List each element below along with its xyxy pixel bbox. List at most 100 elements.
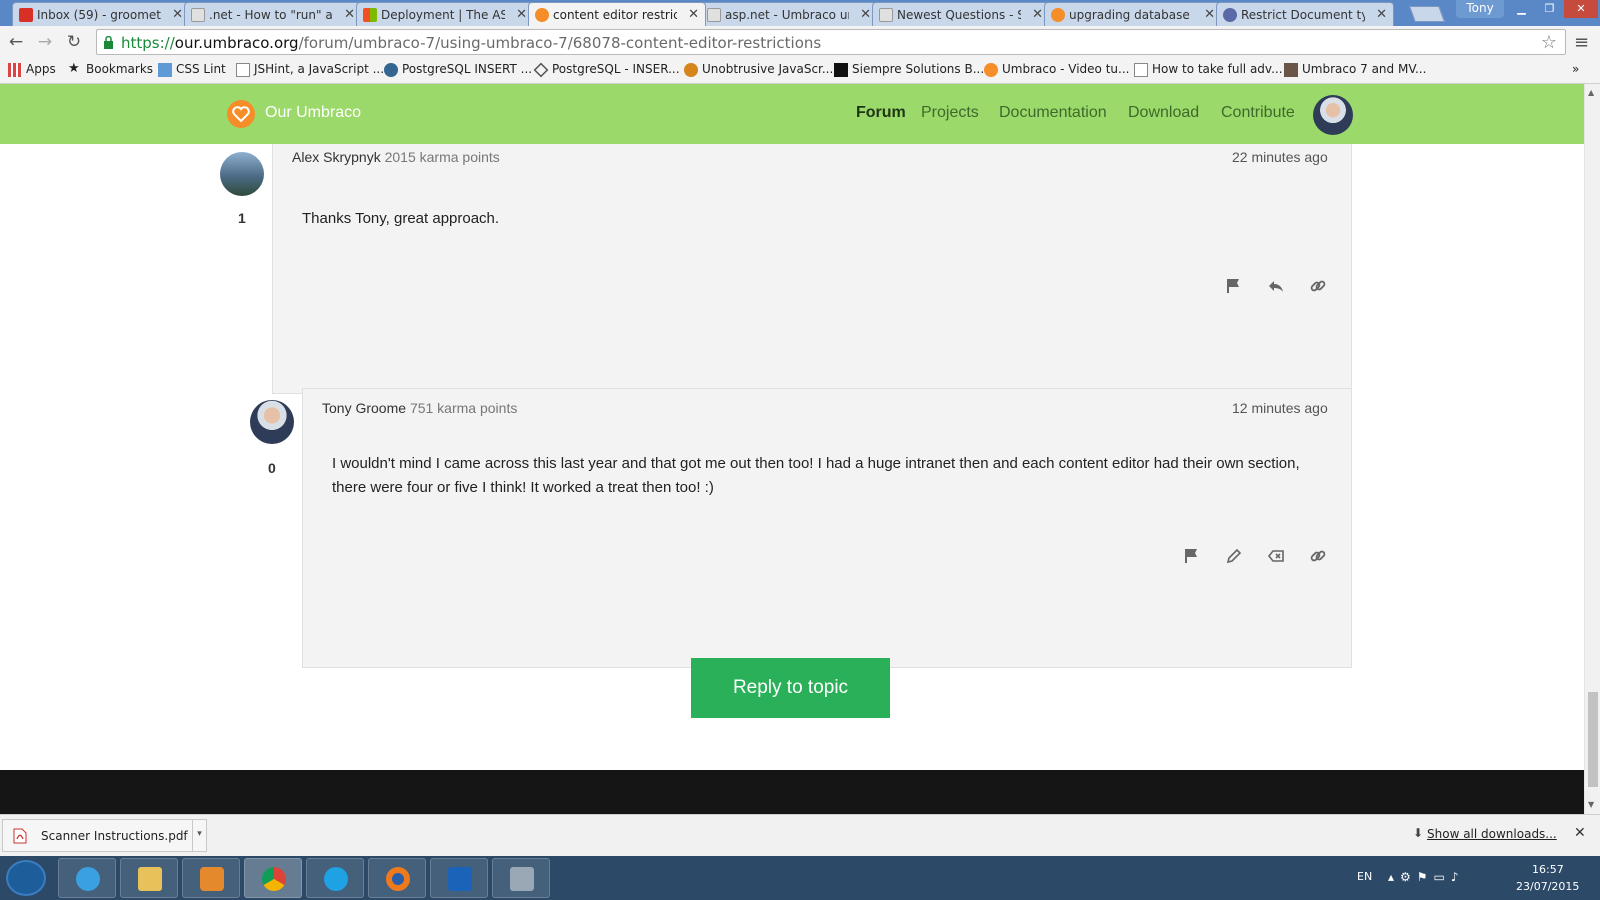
bookmark-label: Apps [26,62,56,76]
flag-icon[interactable] [1183,547,1203,567]
tab-content-editor-restrictions[interactable]: content editor restricti ✕ [528,2,706,26]
taskbar-virtual-machine[interactable] [492,858,550,898]
reply-icon[interactable] [1267,277,1287,297]
internet-explorer-icon [76,867,100,891]
bookmark-star-icon[interactable]: ☆ [1541,32,1557,53]
karma-points: 751 karma points [409,400,518,416]
edit-icon[interactable] [1225,547,1245,567]
link-icon[interactable] [1309,277,1329,297]
site-name[interactable]: Our Umbraco [265,104,361,122]
link-icon[interactable] [1309,547,1329,567]
close-icon[interactable]: ✕ [1204,7,1215,22]
close-icon[interactable]: ✕ [172,7,183,22]
bookmark-siempre-solutions[interactable]: Siempre Solutions B... [834,62,985,77]
language-indicator[interactable]: EN [1357,870,1372,883]
bookmark-jshint[interactable]: JSHint, a JavaScript ... [236,62,384,77]
new-tab-button[interactable] [1409,6,1445,22]
avatar[interactable] [1313,95,1353,135]
stackoverflow-icon [879,8,893,22]
delete-icon[interactable] [1267,547,1287,567]
taskbar-firefox[interactable] [368,858,426,898]
bookmark-label: Bookmarks [86,62,154,76]
flag-icon[interactable] [1225,277,1245,297]
close-icon[interactable]: ✕ [688,7,699,22]
nav-download[interactable]: Download [1128,104,1199,122]
avatar[interactable] [220,152,264,196]
nav-projects[interactable]: Projects [921,104,979,122]
siempre-icon [834,63,848,77]
post-author[interactable]: Alex Skrypnyk 2015 karma points [292,149,500,165]
bookmarks-overflow-icon[interactable]: » [1572,62,1579,76]
bookmark-apps[interactable]: Apps [8,62,56,77]
close-icon[interactable]: ✕ [1574,825,1586,841]
taskbar-chrome[interactable] [244,858,302,898]
close-icon[interactable]: ✕ [1376,7,1387,22]
reply-to-topic-button[interactable]: Reply to topic [691,658,890,718]
tab-umbraco-url[interactable]: asp.net - Umbraco url ✕ [700,2,878,26]
tab-deployment-asp[interactable]: Deployment | The ASP ✕ [356,2,534,26]
tab-gmail[interactable]: Inbox (59) - groometo ✕ [12,2,190,26]
nav-forum[interactable]: Forum [856,104,906,122]
tab-stackoverflow-run-asp[interactable]: .net - How to "run" asp ✕ [184,2,362,26]
forward-icon[interactable]: → [35,32,55,52]
close-window-icon[interactable]: ✕ [1564,0,1598,18]
elephant-icon [384,63,398,77]
sun-icon [684,63,698,77]
bookmark-umbraco-video[interactable]: Umbraco - Video tu... [984,62,1130,77]
nav-documentation[interactable]: Documentation [999,104,1107,122]
page-scrollbar[interactable]: ▲ ▼ [1584,84,1600,814]
system-tray[interactable]: ▴⚙⚑▭♪ [1388,870,1465,884]
umbraco-logo-icon[interactable] [227,100,255,128]
page-icon [1134,63,1148,77]
tab-restrict-document-type[interactable]: Restrict Document typ ✕ [1216,2,1394,26]
bookmark-label: PostgreSQL - INSER... [552,62,680,76]
windows-taskbar: EN ▴⚙⚑▭♪ 16:57 23/07/2015 [0,856,1600,900]
bookmarks-bar: Apps ★ Bookmarks CSS Lint JSHint, a Java… [0,58,1600,84]
bookmark-postgresql-insert[interactable]: PostgreSQL INSERT ... [384,62,532,77]
profile-button[interactable]: Tony [1456,0,1504,18]
bookmark-how-to-take-full-advantage[interactable]: How to take full adv... [1134,62,1283,77]
taskbar-file-explorer[interactable] [120,858,178,898]
close-icon[interactable]: ✕ [1032,7,1043,22]
start-button[interactable] [6,860,46,896]
show-all-downloads-link[interactable]: Show all downloads... [1427,827,1557,841]
download-menu-icon[interactable]: ▾ [192,820,206,851]
tab-newest-questions[interactable]: Newest Questions - St ✕ [872,2,1050,26]
scrollbar-thumb[interactable] [1588,692,1598,787]
forum-reply-tony [302,388,1352,668]
download-item[interactable]: Scanner Instructions.pdf ▾ [2,819,207,852]
bookmark-postgresql-inser[interactable]: PostgreSQL - INSER... [533,62,680,78]
clock-date[interactable]: 23/07/2015 [1516,880,1579,893]
back-icon[interactable]: ← [6,32,26,52]
bookmark-label: Umbraco - Video tu... [1002,62,1130,76]
star-icon: ★ [68,61,80,76]
close-icon[interactable]: ✕ [860,7,871,22]
bookmark-label: Siempre Solutions B... [852,62,985,76]
address-bar[interactable]: https://our.umbraco.org/forum/umbraco-7/… [96,29,1566,55]
reload-icon[interactable]: ↻ [64,32,84,52]
downloads-shelf: Scanner Instructions.pdf ▾ ⬇ Show all do… [0,814,1600,856]
menu-icon[interactable]: ≡ [1574,32,1589,53]
avatar[interactable] [250,400,294,444]
restore-icon[interactable]: ❐ [1536,0,1563,18]
bookmark-bookmarks[interactable]: ★ Bookmarks [68,61,154,76]
taskbar-skype[interactable] [306,858,364,898]
diamond-icon [533,62,549,78]
bookmark-css-lint[interactable]: CSS Lint [158,62,226,77]
minimize-icon[interactable]: ▁ [1508,0,1535,18]
close-icon[interactable]: ✕ [344,7,355,22]
bookmark-umbraco-7-mvc[interactable]: Umbraco 7 and MV... [1284,62,1426,77]
post-author[interactable]: Tony Groome 751 karma points [322,400,517,416]
taskbar-media-player[interactable] [182,858,240,898]
scroll-down-icon[interactable]: ▼ [1588,800,1594,809]
clock-time[interactable]: 16:57 [1532,863,1564,876]
post-time: 12 minutes ago [1232,400,1328,416]
taskbar-outlook[interactable] [430,858,488,898]
karma-points: 2015 karma points [384,149,500,165]
bookmark-unobtrusive-javascript[interactable]: Unobtrusive JavaScr... [684,62,833,77]
scroll-up-icon[interactable]: ▲ [1588,88,1594,97]
taskbar-internet-explorer[interactable] [58,858,116,898]
nav-contribute[interactable]: Contribute [1221,104,1295,122]
tab-upgrading-database[interactable]: upgrading database - I ✕ [1044,2,1222,26]
close-icon[interactable]: ✕ [516,7,527,22]
